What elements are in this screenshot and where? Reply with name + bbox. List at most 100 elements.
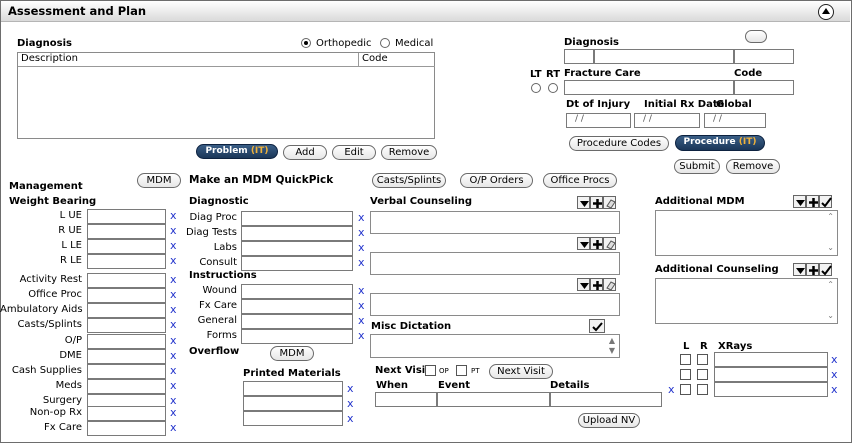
next-visit-button[interactable]: Next Visit bbox=[489, 364, 553, 379]
submit-button[interactable]: Submit bbox=[674, 159, 720, 174]
verbal-counseling-eraser-icon[interactable] bbox=[603, 278, 616, 291]
diag-code-1[interactable] bbox=[564, 49, 594, 64]
misc-dictation-check-icon[interactable] bbox=[589, 319, 605, 333]
clear-x-icon[interactable]: x bbox=[347, 382, 354, 395]
rt-radio[interactable] bbox=[548, 83, 558, 93]
details-field[interactable] bbox=[550, 392, 662, 407]
additional-mdm-dropdown-icon[interactable] bbox=[793, 195, 806, 208]
xray-field[interactable] bbox=[714, 382, 828, 397]
verbal-counseling-add-icon[interactable] bbox=[590, 278, 603, 291]
scroll-up-icon[interactable]: ⌃ bbox=[827, 212, 834, 221]
diagnostic-item-field[interactable] bbox=[241, 256, 353, 271]
scroll-down-icon[interactable]: ⌄ bbox=[827, 243, 834, 252]
weight-bearing-field[interactable] bbox=[87, 254, 166, 269]
xray-r-checkbox[interactable] bbox=[697, 354, 708, 365]
clear-x-icon[interactable]: x bbox=[347, 412, 354, 425]
management-item-field[interactable] bbox=[87, 334, 166, 349]
scroll-down-icon[interactable]: ⌄ bbox=[827, 311, 834, 320]
clear-x-icon[interactable]: x bbox=[170, 239, 177, 252]
management-item-field[interactable] bbox=[87, 379, 166, 394]
instruction-item-field[interactable] bbox=[241, 329, 353, 344]
clear-x-icon[interactable]: x bbox=[831, 383, 838, 396]
misc-dictation-field[interactable]: ▲ ▼ bbox=[370, 334, 620, 358]
global-field[interactable]: / / bbox=[704, 113, 766, 128]
additional-mdm-add-icon[interactable] bbox=[806, 195, 819, 208]
clear-x-icon[interactable]: x bbox=[170, 334, 177, 347]
upload-nv-button[interactable]: Upload NV bbox=[578, 413, 640, 428]
scroll-up-icon[interactable]: ⌃ bbox=[827, 280, 834, 289]
xray-r-checkbox[interactable] bbox=[697, 369, 708, 380]
pt-checkbox[interactable] bbox=[456, 365, 467, 376]
weight-bearing-field[interactable] bbox=[87, 224, 166, 239]
clear-x-icon[interactable]: x bbox=[170, 273, 177, 286]
printed-material-field[interactable] bbox=[243, 396, 343, 411]
weight-bearing-field[interactable] bbox=[87, 239, 166, 254]
verbal-counseling-eraser-icon[interactable] bbox=[603, 196, 616, 209]
management-item-field[interactable] bbox=[87, 288, 166, 303]
orthopedic-radio[interactable] bbox=[301, 38, 311, 48]
additional-counseling-add-icon[interactable] bbox=[806, 263, 819, 276]
management-item-field[interactable] bbox=[87, 364, 166, 379]
xray-l-checkbox[interactable] bbox=[680, 369, 691, 380]
initial-rx-field[interactable]: / / bbox=[634, 113, 700, 128]
fracture-code-field[interactable] bbox=[734, 80, 794, 95]
clear-x-icon[interactable]: x bbox=[831, 353, 838, 366]
clear-x-icon[interactable]: x bbox=[170, 349, 177, 362]
verbal-counseling-field[interactable] bbox=[370, 252, 620, 275]
clear-x-icon[interactable]: x bbox=[358, 241, 365, 254]
event-field[interactable] bbox=[437, 392, 550, 407]
clear-x-icon[interactable]: x bbox=[831, 368, 838, 381]
diagnostic-item-field[interactable] bbox=[241, 211, 353, 226]
instruction-item-field[interactable] bbox=[241, 299, 353, 314]
diagnosis-list[interactable]: Description Code bbox=[17, 52, 435, 139]
verbal-counseling-dropdown-icon[interactable] bbox=[577, 278, 590, 291]
management-mdm-button[interactable]: MDM bbox=[137, 173, 181, 188]
clear-x-icon[interactable]: x bbox=[170, 224, 177, 237]
clear-x-icon[interactable]: x bbox=[170, 421, 177, 434]
remove-button[interactable]: Remove bbox=[381, 145, 437, 160]
clear-x-icon[interactable]: x bbox=[358, 299, 365, 312]
overflow-mdm-button[interactable]: MDM bbox=[270, 346, 314, 361]
clear-x-icon[interactable]: x bbox=[347, 397, 354, 410]
diagnostic-item-field[interactable] bbox=[241, 226, 353, 241]
remove-procedure-button[interactable]: Remove bbox=[726, 159, 780, 174]
additional-mdm-check-icon[interactable] bbox=[819, 195, 832, 208]
office-procs-button[interactable]: Office Procs bbox=[543, 173, 617, 188]
printed-material-field[interactable] bbox=[243, 381, 343, 396]
clear-x-icon[interactable]: x bbox=[358, 284, 365, 297]
dt-injury-field[interactable]: / / bbox=[566, 113, 631, 128]
clear-x-icon[interactable]: x bbox=[358, 226, 365, 239]
clear-x-icon[interactable]: x bbox=[358, 211, 365, 224]
management-item-field[interactable] bbox=[87, 303, 166, 318]
management-item-field[interactable] bbox=[87, 349, 166, 364]
additional-mdm-field[interactable]: ⌃ ⌄ bbox=[655, 210, 838, 256]
clear-x-icon[interactable]: x bbox=[358, 329, 365, 342]
verbal-counseling-dropdown-icon[interactable] bbox=[577, 196, 590, 209]
additional-counseling-field[interactable]: ⌃ ⌄ bbox=[655, 278, 838, 324]
xray-field[interactable] bbox=[714, 367, 828, 382]
fracture-care-field[interactable] bbox=[564, 80, 734, 95]
clear-x-icon[interactable]: x bbox=[358, 256, 365, 269]
procedureit-button[interactable]: Procedure (IT) bbox=[675, 135, 765, 151]
additional-counseling-dropdown-icon[interactable] bbox=[793, 263, 806, 276]
add-button[interactable]: Add bbox=[283, 145, 327, 160]
verbal-counseling-dropdown-icon[interactable] bbox=[577, 237, 590, 250]
problemit-button[interactable]: Problem (IT) bbox=[196, 144, 278, 159]
diag-description[interactable] bbox=[594, 49, 734, 64]
weight-bearing-field[interactable] bbox=[87, 209, 166, 224]
management-item-field[interactable] bbox=[87, 273, 166, 288]
casts-splints-button[interactable]: Casts/Splints bbox=[372, 173, 446, 188]
xray-field[interactable] bbox=[714, 352, 828, 367]
clear-x-icon[interactable]: x bbox=[170, 318, 177, 331]
xray-r-checkbox[interactable] bbox=[697, 384, 708, 395]
eraser-icon[interactable] bbox=[745, 30, 767, 43]
clear-x-icon[interactable]: x bbox=[668, 383, 675, 396]
op-orders-button[interactable]: O/P Orders bbox=[460, 173, 533, 188]
clear-x-icon[interactable]: x bbox=[170, 209, 177, 222]
management-item-field[interactable] bbox=[87, 406, 166, 421]
verbal-counseling-add-icon[interactable] bbox=[590, 237, 603, 250]
verbal-counseling-add-icon[interactable] bbox=[590, 196, 603, 209]
instruction-item-field[interactable] bbox=[241, 284, 353, 299]
verbal-counseling-field[interactable] bbox=[370, 293, 620, 316]
additional-counseling-check-icon[interactable] bbox=[819, 263, 832, 276]
